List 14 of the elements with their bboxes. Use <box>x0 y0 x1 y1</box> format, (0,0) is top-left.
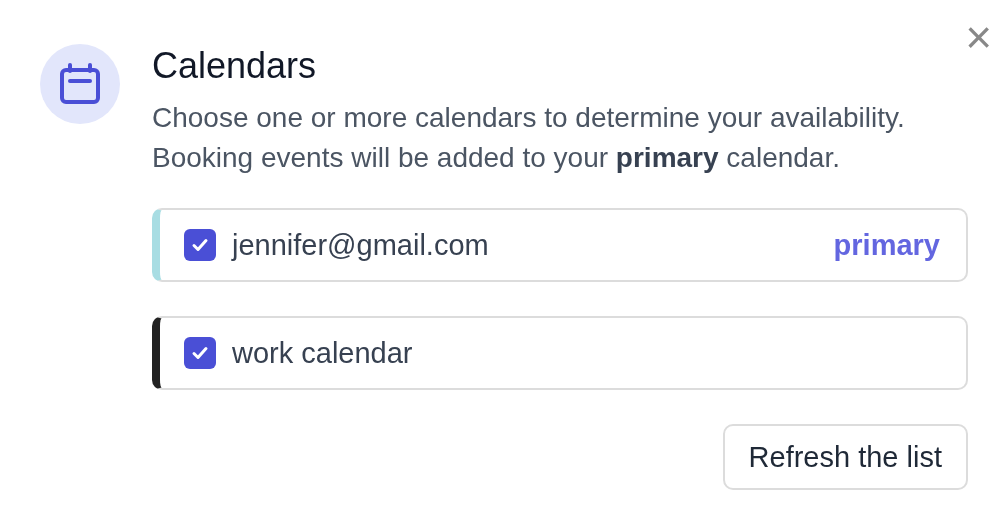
primary-label: primary <box>833 228 940 262</box>
calendar-name: work calendar <box>232 336 414 370</box>
checkbox[interactable] <box>184 229 216 261</box>
dialog-title: Calendars <box>152 48 318 84</box>
calendar-item[interactable]: jennifer@gmail.com primary <box>152 208 968 282</box>
dialog-description: Choose one or more calendars to determine your availability. Booking events will be added to your primary calendar. <box>152 101 906 175</box>
refresh-button[interactable]: Refresh the list <box>722 424 968 490</box>
close-button[interactable]: × <box>965 20 992 54</box>
calendar-item[interactable]: work calendar <box>152 316 968 390</box>
calendar-name: jennifer@gmail.com <box>232 228 490 262</box>
checkbox[interactable] <box>184 337 216 369</box>
check-icon <box>191 344 209 362</box>
check-icon <box>191 236 209 254</box>
calendar-icon <box>59 63 101 105</box>
